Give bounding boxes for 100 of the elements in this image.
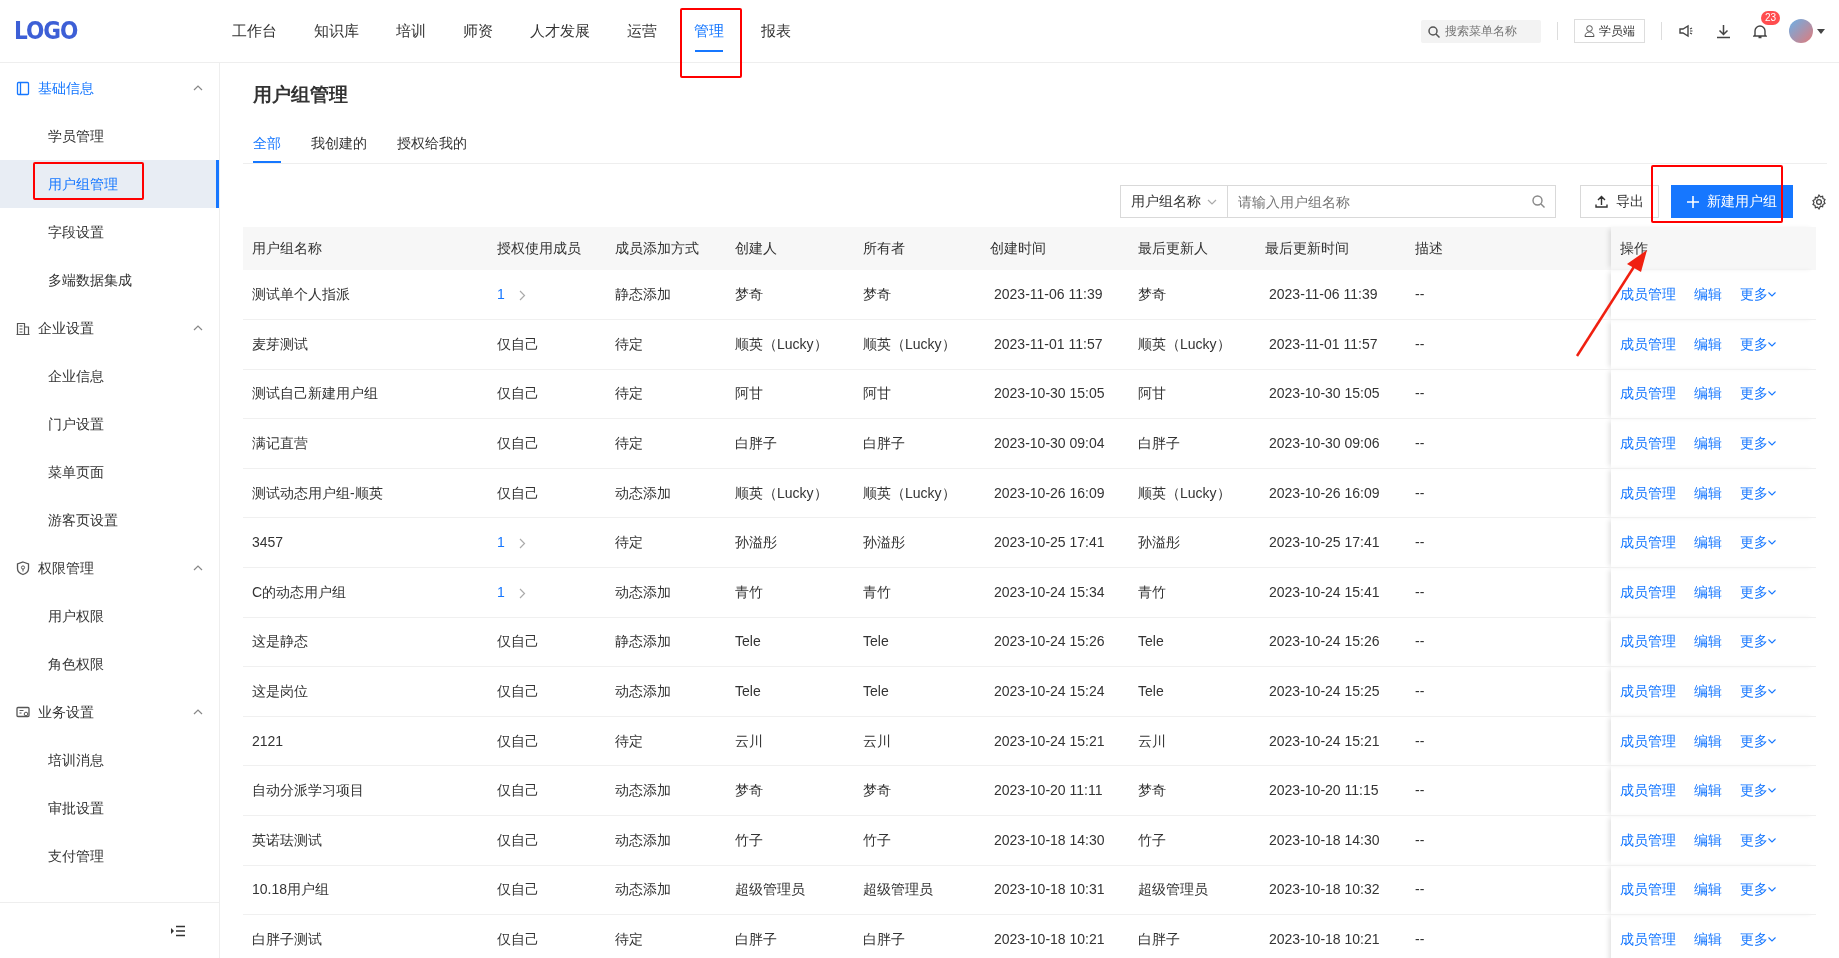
member-count-link[interactable]: 1: [497, 583, 505, 600]
table-action-link[interactable]: 编辑: [1694, 681, 1722, 703]
nav-tab[interactable]: 管理: [682, 0, 736, 63]
table-action-link[interactable]: 更多: [1740, 829, 1776, 851]
member-count-link[interactable]: 1: [497, 286, 505, 303]
student-button[interactable]: 学员端: [1574, 19, 1645, 43]
table-cell: 2023-10-30 09:04: [981, 418, 1129, 469]
table-action-link[interactable]: 成员管理: [1620, 284, 1676, 306]
table-action-link[interactable]: 更多: [1740, 681, 1776, 703]
table-action-link[interactable]: 成员管理: [1620, 383, 1676, 405]
nav-tab[interactable]: 运营: [615, 0, 669, 63]
filter-select[interactable]: 用户组名称: [1120, 185, 1228, 218]
table-action-link[interactable]: 更多: [1740, 482, 1776, 504]
table-cell: 测试动态用户组-顺英: [243, 468, 488, 518]
table-action-link[interactable]: 更多: [1740, 433, 1776, 455]
sidebar-group[interactable]: 权限管理: [0, 544, 219, 592]
table-action-link[interactable]: 成员管理: [1620, 829, 1676, 851]
table-cell: 3457: [243, 517, 488, 568]
export-button[interactable]: 导出: [1580, 185, 1659, 218]
sidebar-item[interactable]: 培训消息: [0, 736, 219, 784]
sidebar-item[interactable]: 审批设置: [0, 784, 219, 832]
chevron-icon: [1768, 837, 1776, 843]
sidebar-item[interactable]: 支付管理: [0, 832, 219, 880]
table-action-link[interactable]: 编辑: [1694, 829, 1722, 851]
table-action-link[interactable]: 编辑: [1694, 284, 1722, 306]
table-action-link[interactable]: 更多: [1740, 333, 1776, 355]
table-action-link[interactable]: 编辑: [1694, 879, 1722, 901]
sidebar-group[interactable]: 业务设置: [0, 688, 219, 736]
sidebar-item[interactable]: 用户权限: [0, 592, 219, 640]
table-cell: 梦奇: [1129, 270, 1256, 320]
table-action-link[interactable]: 成员管理: [1620, 333, 1676, 355]
table-cell: 白胖子: [854, 418, 981, 469]
table-action-link[interactable]: 更多: [1740, 730, 1776, 752]
table-action-link[interactable]: 成员管理: [1620, 929, 1676, 950]
table-action-link[interactable]: 编辑: [1694, 929, 1722, 950]
nav-tab[interactable]: 培训: [384, 0, 438, 63]
table-action-link[interactable]: 编辑: [1694, 482, 1722, 504]
table-action-link[interactable]: 成员管理: [1620, 433, 1676, 455]
table-cell: --: [1406, 617, 1611, 667]
table-action-link[interactable]: 编辑: [1694, 333, 1722, 355]
nav-tab[interactable]: 知识库: [302, 0, 371, 63]
table-cell: 竹子: [726, 815, 854, 866]
table-cell: 孙溢彤: [726, 517, 854, 568]
search-field[interactable]: 搜索菜单名称: [1421, 19, 1541, 43]
table-cell: Tele: [1129, 617, 1256, 667]
table-action-link[interactable]: 更多: [1740, 929, 1776, 950]
table-action-link[interactable]: 更多: [1740, 284, 1776, 306]
tab[interactable]: 我创建的: [311, 125, 367, 163]
sidebar-item[interactable]: 游客页设置: [0, 496, 219, 544]
table-action-link[interactable]: 更多: [1740, 631, 1776, 653]
table-action-link[interactable]: 编辑: [1694, 581, 1722, 603]
table-action-link[interactable]: 编辑: [1694, 383, 1722, 405]
search-field[interactable]: 请输入用户组名称: [1228, 185, 1556, 218]
table-action-link[interactable]: 成员管理: [1620, 532, 1676, 554]
chevron-icon: [1768, 540, 1776, 546]
nav-tab[interactable]: 报表: [749, 0, 803, 63]
nav-tab[interactable]: 师资: [451, 0, 505, 63]
sidebar-group[interactable]: 企业设置: [0, 304, 219, 352]
member-count-link[interactable]: 1: [497, 534, 505, 551]
table-action-link[interactable]: 编辑: [1694, 730, 1722, 752]
table-action-link[interactable]: 成员管理: [1620, 780, 1676, 802]
sidebar-group[interactable]: 基础信息: [0, 64, 219, 112]
tab[interactable]: 全部: [253, 125, 281, 163]
table-action-link[interactable]: 更多: [1740, 780, 1776, 802]
table-action-link[interactable]: 编辑: [1694, 631, 1722, 653]
tab[interactable]: 授权给我的: [397, 125, 467, 163]
table-cell: 顺英（Lucky）: [726, 468, 854, 518]
table-action-link[interactable]: 成员管理: [1620, 482, 1676, 504]
create-button[interactable]: 新建用户组: [1671, 185, 1793, 218]
table-cell: 2023-10-30 15:05: [1256, 369, 1406, 419]
table-action-link[interactable]: 编辑: [1694, 433, 1722, 455]
table-cell: 梦奇: [854, 270, 981, 320]
table-cell: --: [1406, 468, 1611, 518]
table-action-link[interactable]: 编辑: [1694, 780, 1722, 802]
chevron-icon: [193, 325, 203, 331]
book-icon: [16, 80, 30, 96]
sidebar-item[interactable]: 用户组管理: [0, 160, 219, 208]
sidebar-item[interactable]: 字段设置: [0, 208, 219, 256]
table-action-link[interactable]: 更多: [1740, 581, 1776, 603]
table-cell: 梦奇: [726, 270, 854, 320]
sidebar-item[interactable]: 菜单页面: [0, 448, 219, 496]
nav-tab[interactable]: 工作台: [220, 0, 289, 63]
table-action-link[interactable]: 编辑: [1694, 532, 1722, 554]
table-action-link[interactable]: 成员管理: [1620, 581, 1676, 603]
sidebar-item[interactable]: 企业信息: [0, 352, 219, 400]
table-cell: 动态添加: [606, 865, 726, 915]
table-action-link[interactable]: 更多: [1740, 383, 1776, 405]
sidebar-item[interactable]: 角色权限: [0, 640, 219, 688]
sidebar-item[interactable]: 学员管理: [0, 112, 219, 160]
table-action-link[interactable]: 成员管理: [1620, 879, 1676, 901]
nav-tab[interactable]: 人才发展: [518, 0, 602, 63]
chevron-icon: [1768, 689, 1776, 695]
sidebar-item[interactable]: 多端数据集成: [0, 256, 219, 304]
table-action-link[interactable]: 更多: [1740, 879, 1776, 901]
table-action-link[interactable]: 成员管理: [1620, 730, 1676, 752]
upload-icon: [1595, 195, 1608, 208]
table-action-link[interactable]: 更多: [1740, 532, 1776, 554]
table-action-link[interactable]: 成员管理: [1620, 681, 1676, 703]
sidebar-item[interactable]: 门户设置: [0, 400, 219, 448]
table-action-link[interactable]: 成员管理: [1620, 631, 1676, 653]
